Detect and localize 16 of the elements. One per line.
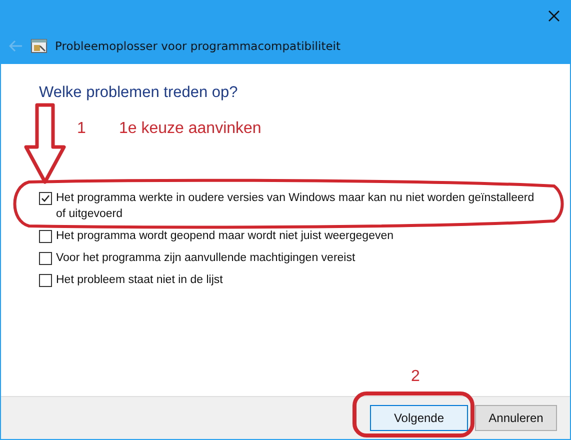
checkbox-label[interactable]: Voor het programma zijn aanvullende machtigingen vereist	[56, 250, 542, 266]
next-button[interactable]: Volgende	[370, 405, 468, 431]
close-icon	[548, 10, 560, 22]
checkbox[interactable]	[39, 230, 52, 243]
annotation-text: 1e keuze aanvinken	[119, 120, 262, 138]
app-icon	[31, 39, 47, 53]
checkbox[interactable]	[39, 274, 52, 287]
window-title: Probleemoplosser voor programmacompatibiliteit	[55, 39, 340, 53]
checkbox[interactable]	[39, 252, 52, 265]
question-heading: Welke problemen treden op?	[39, 84, 239, 102]
checkbox-label[interactable]: Het probleem staat niet in de lijst	[56, 272, 542, 288]
annotation-number: 1	[77, 120, 86, 138]
cancel-button[interactable]: Annuleren	[475, 405, 557, 431]
annotation-number: 2	[411, 368, 420, 386]
checkbox[interactable]	[39, 192, 52, 205]
checkbox-label[interactable]: Het programma wordt geopend maar wordt niet juist weergegeven	[56, 228, 542, 244]
